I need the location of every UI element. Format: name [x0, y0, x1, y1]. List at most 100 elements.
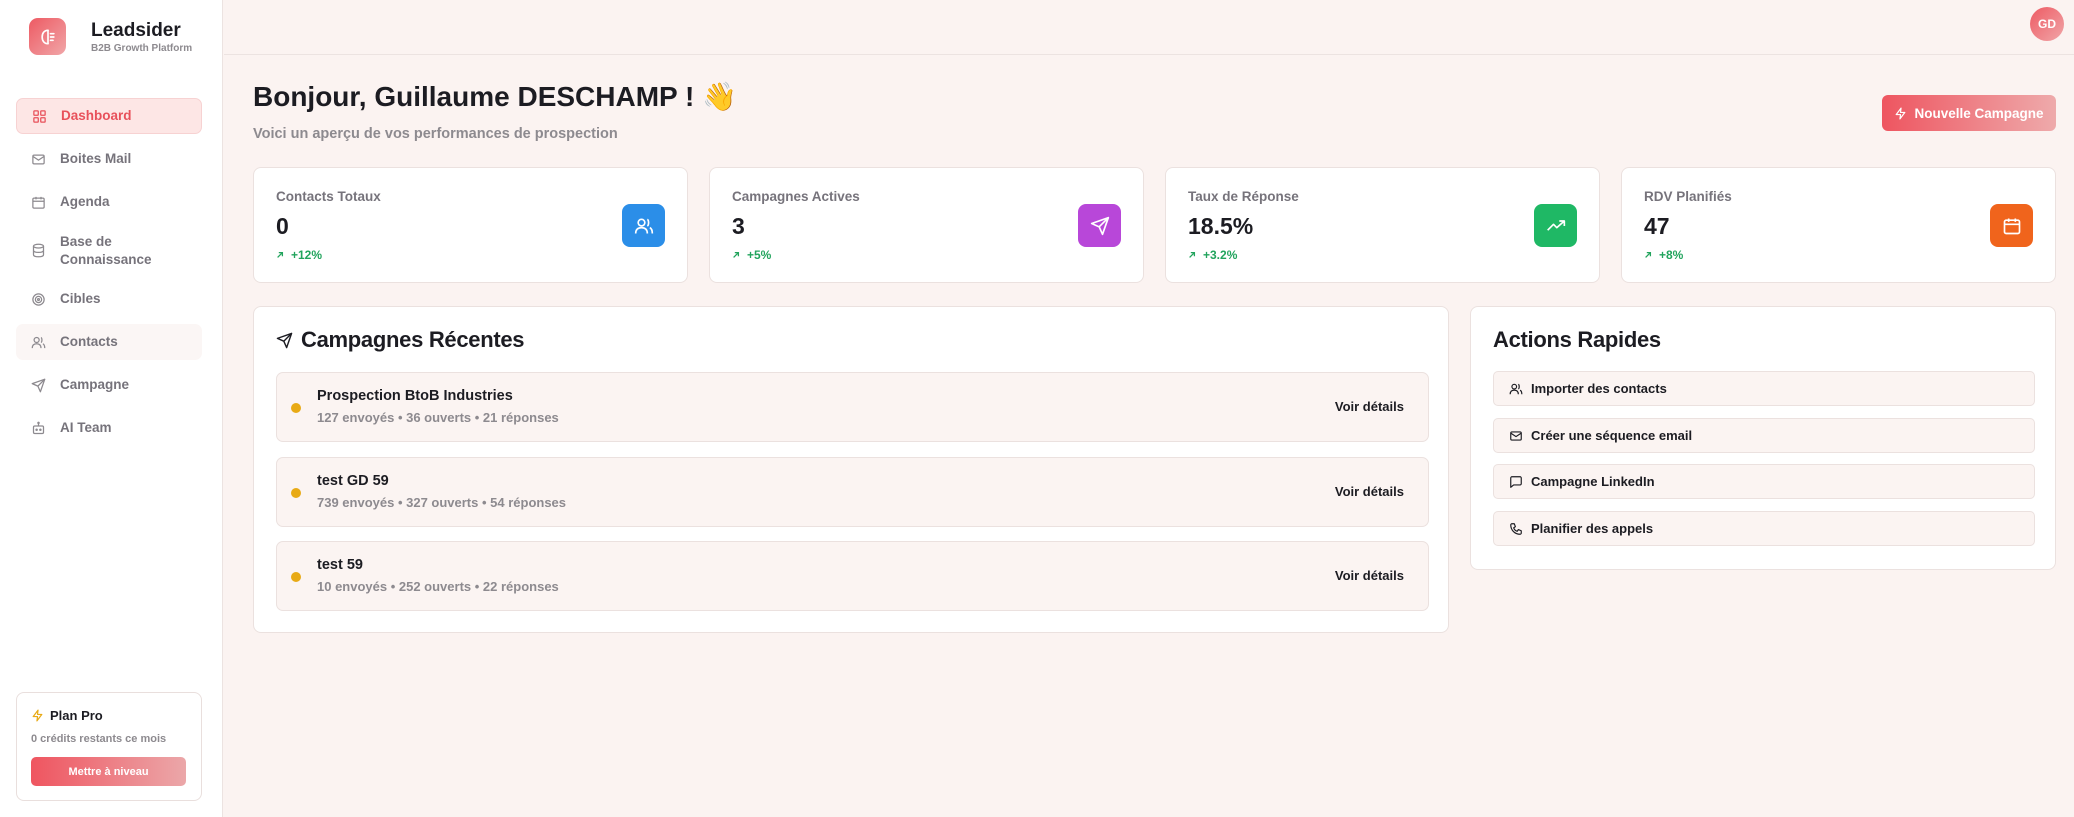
stat-delta: +8% — [1644, 248, 2033, 262]
view-details-button[interactable]: Voir détails — [1335, 484, 1404, 499]
avatar[interactable]: GD — [2030, 7, 2064, 41]
stat-card-campagnes: Campagnes Actives 3 +5% — [709, 167, 1144, 283]
brand-tagline: B2B Growth Platform — [91, 42, 193, 54]
users-icon — [30, 334, 46, 350]
quick-action-import-contacts[interactable]: Importer des contacts — [1493, 371, 2035, 406]
recent-campaigns-title: Campagnes Récentes — [301, 327, 525, 352]
calendar-icon — [1990, 204, 2033, 247]
stat-value: 18.5% — [1188, 213, 1254, 239]
brand[interactable]: Leadsider B2B Growth Platform — [29, 18, 192, 55]
arrow-up-right-icon — [1188, 251, 1196, 259]
campaign-stats: 10 envoyés • 252 ouverts • 22 réponses — [317, 579, 559, 594]
new-campaign-label: Nouvelle Campagne — [1914, 105, 2044, 121]
page-title: Bonjour, Guillaume DESCHAMP ! 👋 — [253, 81, 737, 112]
quick-action-linkedin[interactable]: Campagne LinkedIn — [1493, 464, 2035, 499]
database-icon — [30, 243, 46, 259]
sidebar-item-label: Cibles — [60, 291, 101, 306]
users-icon — [622, 204, 665, 247]
sidebar-item-label: Base de Connaissance — [60, 233, 152, 267]
stat-card-rdv: RDV Planifiés 47 +8% — [1621, 167, 2056, 283]
phone-icon — [1509, 522, 1523, 536]
send-icon — [276, 332, 293, 349]
panel-title: Actions Rapides — [1493, 327, 1661, 352]
sidebar-item-label: Dashboard — [61, 108, 132, 123]
stat-delta: +5% — [732, 248, 1121, 262]
sidebar: Leadsider B2B Growth Platform Dashboard … — [0, 0, 223, 817]
stat-delta-value: +12% — [291, 248, 323, 262]
stat-delta-value: +8% — [1659, 248, 1684, 262]
stat-value: 47 — [1644, 213, 1670, 239]
brand-logo-icon — [29, 18, 66, 55]
stat-label: Taux de Réponse — [1188, 189, 1299, 204]
status-dot — [291, 403, 301, 413]
lightning-icon — [1894, 106, 1907, 120]
quick-action-label: Créer une séquence email — [1531, 428, 1693, 443]
arrow-up-right-icon — [1644, 251, 1652, 259]
sidebar-item-ai-team[interactable]: AI Team — [16, 410, 202, 446]
sidebar-nav: Dashboard Boites Mail Agenda Base de Con… — [16, 98, 202, 453]
stat-value: 0 — [276, 213, 289, 239]
sidebar-item-label: Contacts — [60, 334, 118, 349]
stat-card-taux-reponse: Taux de Réponse 18.5% +3.2% — [1165, 167, 1600, 283]
trending-up-icon — [1534, 204, 1577, 247]
mail-icon — [30, 151, 46, 167]
campaign-item[interactable]: Prospection BtoB Industries 127 envoyés … — [276, 372, 1429, 442]
send-icon — [1078, 204, 1121, 247]
page-subtitle: Voici un aperçu de vos performances de p… — [253, 126, 618, 142]
calendar-icon — [30, 194, 46, 210]
campaign-item[interactable]: test GD 59 739 envoyés • 327 ouverts • 5… — [276, 457, 1429, 527]
stat-delta: +12% — [276, 248, 665, 262]
send-icon — [30, 377, 46, 393]
plan-card: Plan Pro 0 crédits restants ce mois Mett… — [16, 692, 202, 801]
campaign-stats: 127 envoyés • 36 ouverts • 21 réponses — [317, 410, 559, 425]
stat-label: RDV Planifiés — [1644, 189, 1732, 204]
stat-delta-value: +5% — [747, 248, 772, 262]
stat-label: Campagnes Actives — [732, 189, 860, 204]
brand-name: Leadsider — [91, 19, 181, 41]
sidebar-item-contacts[interactable]: Contacts — [16, 324, 202, 360]
bot-icon — [30, 420, 46, 436]
upgrade-button[interactable]: Mettre à niveau — [31, 757, 186, 786]
view-details-button[interactable]: Voir détails — [1335, 399, 1404, 414]
plan-title: Plan Pro — [50, 708, 103, 723]
campaign-name: Prospection BtoB Industries — [317, 388, 513, 404]
arrow-up-right-icon — [732, 251, 740, 259]
arrow-up-right-icon — [276, 251, 284, 259]
new-campaign-button[interactable]: Nouvelle Campagne — [1882, 95, 2056, 131]
dashboard-grid-icon — [31, 108, 47, 124]
quick-action-label: Importer des contacts — [1531, 381, 1667, 396]
sidebar-item-label: AI Team — [60, 420, 112, 435]
sidebar-item-cibles[interactable]: Cibles — [16, 281, 202, 317]
sidebar-item-label: Boites Mail — [60, 151, 132, 166]
stat-label: Contacts Totaux — [276, 189, 381, 204]
campaign-stats: 739 envoyés • 327 ouverts • 54 réponses — [317, 495, 567, 510]
status-dot — [291, 488, 301, 498]
topbar: GD — [224, 0, 2074, 55]
plan-credits: 0 crédits restants ce mois — [31, 733, 167, 745]
stat-value: 3 — [732, 213, 745, 239]
status-dot — [291, 572, 301, 582]
sidebar-item-agenda[interactable]: Agenda — [16, 184, 202, 220]
mail-icon — [1509, 429, 1523, 443]
quick-action-label: Planifier des appels — [1531, 521, 1654, 536]
sidebar-item-campagne[interactable]: Campagne — [16, 367, 202, 403]
sidebar-item-label: Agenda — [60, 194, 110, 209]
sidebar-item-dashboard[interactable]: Dashboard — [16, 98, 202, 134]
stat-delta-value: +3.2% — [1203, 248, 1238, 262]
quick-action-label: Campagne LinkedIn — [1531, 474, 1655, 489]
view-details-button[interactable]: Voir détails — [1335, 568, 1404, 583]
quick-action-plan-calls[interactable]: Planifier des appels — [1493, 511, 2035, 546]
quick-actions-panel: Actions Rapides Importer des contacts Cr… — [1470, 306, 2056, 570]
users-icon — [1509, 382, 1523, 396]
sidebar-item-label: Campagne — [60, 377, 130, 392]
stat-delta: +3.2% — [1188, 248, 1577, 262]
quick-action-email-sequence[interactable]: Créer une séquence email — [1493, 418, 2035, 453]
target-icon — [30, 291, 46, 307]
campaign-name: test GD 59 — [317, 473, 389, 489]
lightning-icon — [31, 709, 44, 722]
sidebar-item-boites-mail[interactable]: Boites Mail — [16, 141, 202, 177]
campaign-item[interactable]: test 59 10 envoyés • 252 ouverts • 22 ré… — [276, 541, 1429, 611]
message-icon — [1509, 475, 1523, 489]
campaign-name: test 59 — [317, 557, 363, 573]
sidebar-item-base-de-connaissance[interactable]: Base de Connaissance — [16, 227, 202, 274]
